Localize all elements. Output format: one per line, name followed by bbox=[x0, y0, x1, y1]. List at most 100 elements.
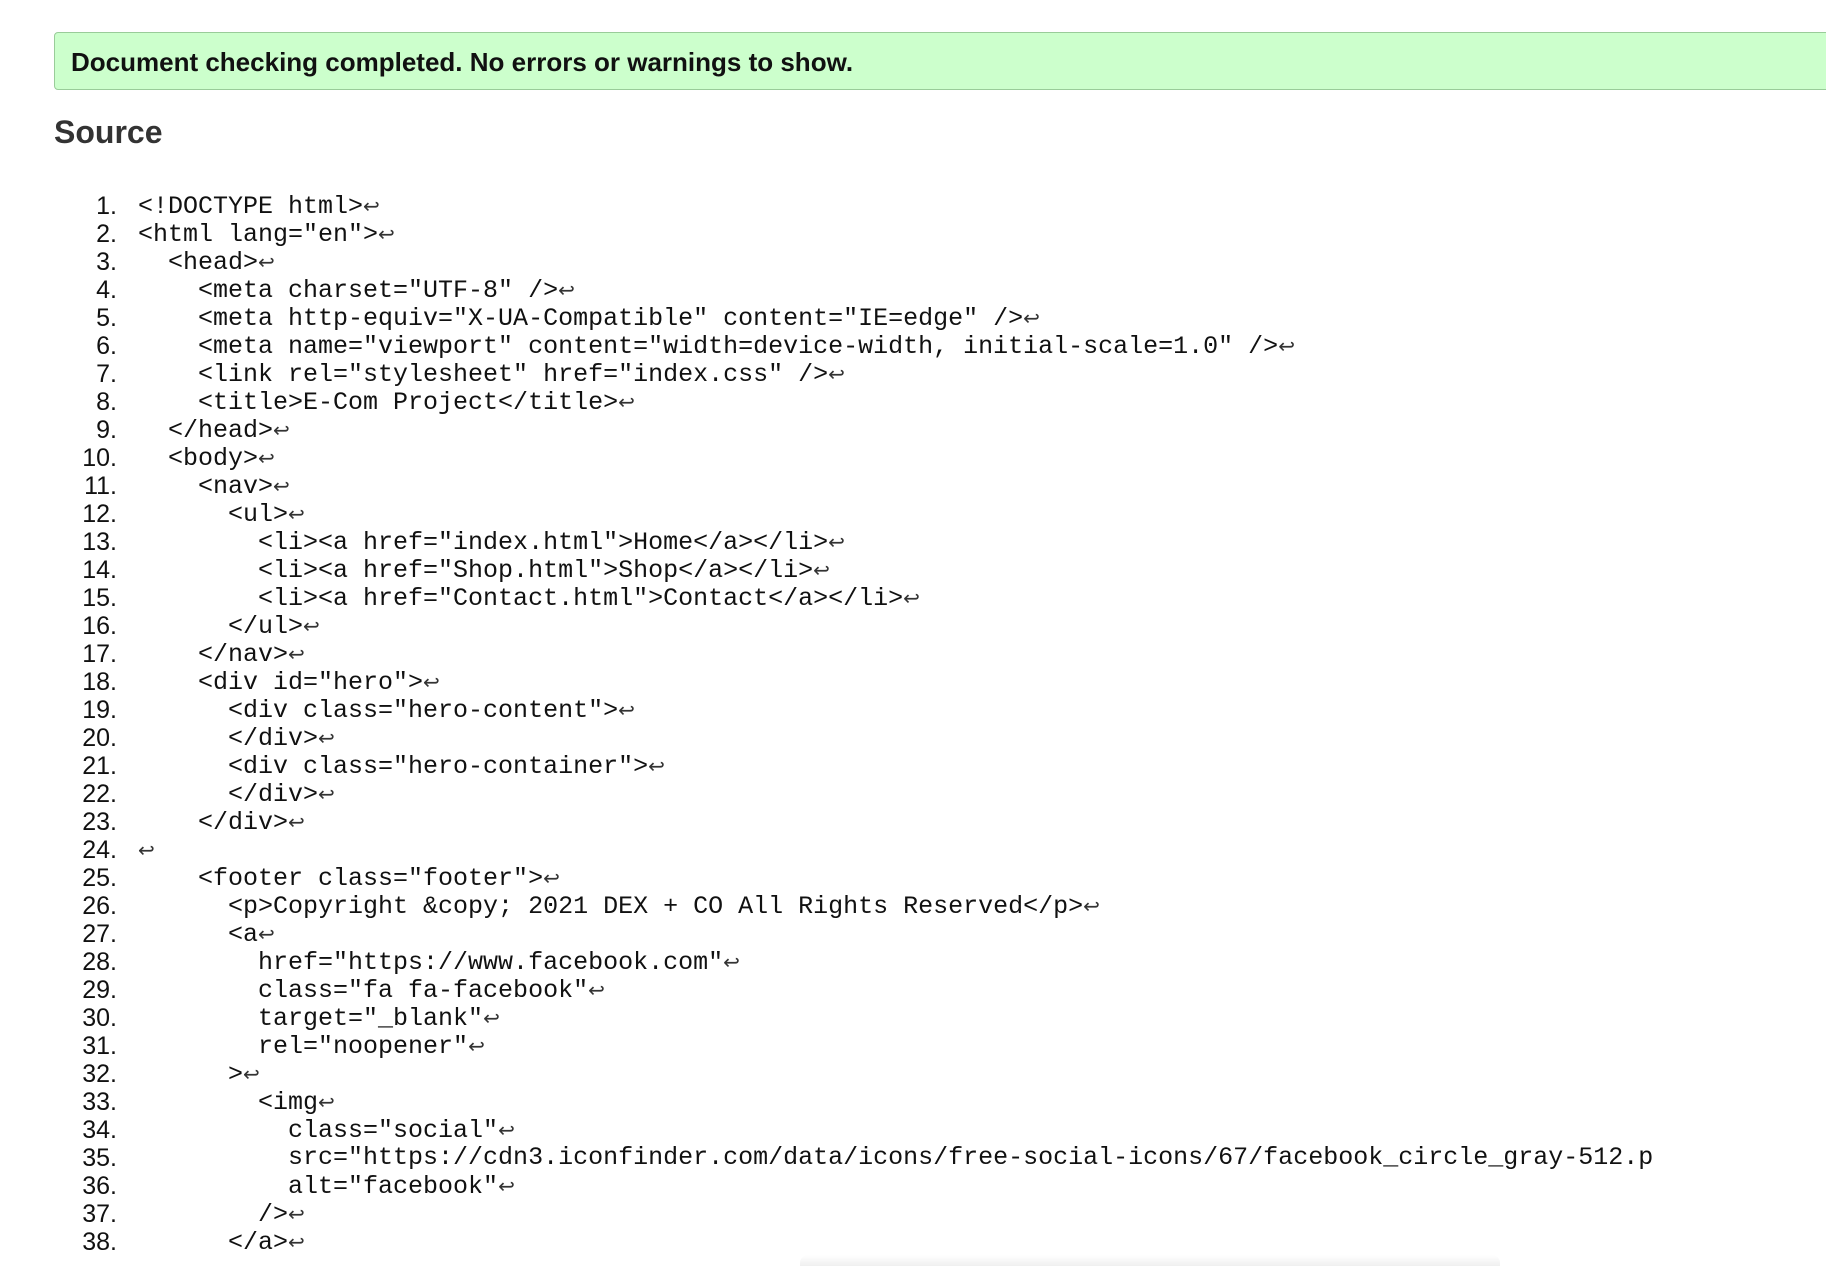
line-number: 6. bbox=[96, 332, 117, 360]
line-code-text: <footer class="footer"> bbox=[138, 864, 544, 893]
line-number: 15. bbox=[82, 584, 117, 612]
line-number: 24. bbox=[82, 836, 117, 864]
line-code-text: src="https://cdn3.iconfinder.com/data/ic… bbox=[138, 1143, 1654, 1172]
source-line: 29. class="fa fa-facebook"↩ bbox=[0, 976, 1826, 1005]
line-number: 36. bbox=[82, 1172, 117, 1200]
line-return-icon: ↩ bbox=[588, 978, 605, 1002]
source-line: 3. <head>↩ bbox=[0, 248, 1826, 277]
line-code: rel="noopener"↩ bbox=[138, 1032, 485, 1061]
source-line: 26. <p>Copyright &copy; 2021 DEX + CO Al… bbox=[0, 892, 1826, 921]
line-code: href="https://www.facebook.com"↩ bbox=[138, 948, 740, 977]
line-number: 35. bbox=[82, 1144, 117, 1172]
line-code-text: <div class="hero-content"> bbox=[138, 696, 619, 725]
line-code: <head>↩ bbox=[138, 248, 275, 277]
line-return-icon: ↩ bbox=[318, 782, 335, 806]
source-line: 28. href="https://www.facebook.com"↩ bbox=[0, 948, 1826, 977]
line-return-icon: ↩ bbox=[423, 670, 440, 694]
line-return-icon: ↩ bbox=[273, 418, 290, 442]
line-return-icon: ↩ bbox=[288, 502, 305, 526]
source-line: 32. >↩ bbox=[0, 1060, 1826, 1089]
line-number: 23. bbox=[82, 808, 117, 836]
source-line: 9. </head>↩ bbox=[0, 416, 1826, 445]
line-number: 37. bbox=[82, 1200, 117, 1228]
source-line: 8. <title>E-Com Project</title>↩ bbox=[0, 388, 1826, 417]
source-line: 31. rel="noopener"↩ bbox=[0, 1032, 1826, 1061]
line-code-text: <meta name="viewport" content="width=dev… bbox=[138, 332, 1279, 361]
line-code: class="social"↩ bbox=[138, 1116, 515, 1145]
line-code-text: </div> bbox=[138, 724, 319, 753]
source-line: 24. ↩ bbox=[0, 836, 1826, 864]
line-number: 21. bbox=[82, 752, 117, 780]
source-line: 5. <meta http-equiv="X-UA-Compatible" co… bbox=[0, 304, 1826, 333]
source-line: 15. <li><a href="Contact.html">Contact</… bbox=[0, 584, 1826, 613]
line-code: <title>E-Com Project</title>↩ bbox=[138, 388, 635, 417]
line-number: 33. bbox=[82, 1088, 117, 1116]
line-code-text: <link rel="stylesheet" href="index.css" … bbox=[138, 360, 829, 389]
source-line: 16. </ul>↩ bbox=[0, 612, 1826, 641]
line-number: 10. bbox=[82, 444, 117, 472]
line-code-text: class="social" bbox=[138, 1116, 499, 1145]
line-code: <li><a href="index.html">Home</a></li>↩ bbox=[138, 528, 845, 557]
line-return-icon: ↩ bbox=[258, 922, 275, 946]
line-code-text: <head> bbox=[138, 248, 259, 277]
line-return-icon: ↩ bbox=[483, 1006, 500, 1030]
line-number: 7. bbox=[96, 360, 117, 388]
line-return-icon: ↩ bbox=[543, 866, 560, 890]
line-return-icon: ↩ bbox=[498, 1174, 515, 1198]
line-code-text: </ul> bbox=[138, 612, 304, 641]
source-line: 11. <nav>↩ bbox=[0, 472, 1826, 501]
status-message: Document checking completed. No errors o… bbox=[71, 47, 854, 77]
source-line: 23. </div>↩ bbox=[0, 808, 1826, 837]
line-return-icon: ↩ bbox=[318, 1090, 335, 1114]
line-return-icon: ↩ bbox=[258, 250, 275, 274]
source-line: 13. <li><a href="index.html">Home</a></l… bbox=[0, 528, 1826, 557]
line-number: 18. bbox=[82, 668, 117, 696]
line-number: 17. bbox=[82, 640, 117, 668]
source-line: 12. <ul>↩ bbox=[0, 500, 1826, 529]
line-code: ↩ bbox=[138, 836, 155, 865]
source-line: 21. <div class="hero-container">↩ bbox=[0, 752, 1826, 781]
line-number: 19. bbox=[82, 696, 117, 724]
line-code-text: <title>E-Com Project</title> bbox=[138, 388, 619, 417]
source-line: 14. <li><a href="Shop.html">Shop</a></li… bbox=[0, 556, 1826, 585]
line-code-text: rel="noopener" bbox=[138, 1032, 469, 1061]
line-return-icon: ↩ bbox=[903, 586, 920, 610]
line-code: <!DOCTYPE html>↩ bbox=[138, 192, 380, 221]
source-line: 35. src="https://cdn3.iconfinder.com/dat… bbox=[0, 1143, 1826, 1173]
line-code: <li><a href="Contact.html">Contact</a></… bbox=[138, 584, 920, 613]
line-return-icon: ↩ bbox=[618, 390, 635, 414]
line-code-text: <meta http-equiv="X-UA-Compatible" conte… bbox=[138, 304, 1024, 333]
line-number: 8. bbox=[96, 388, 117, 416]
line-code-text: <ul> bbox=[138, 500, 289, 529]
line-code: />↩ bbox=[138, 1200, 305, 1229]
source-line: 6. <meta name="viewport" content="width=… bbox=[0, 332, 1826, 361]
line-code: <div id="hero">↩ bbox=[138, 668, 440, 697]
line-code: <meta http-equiv="X-UA-Compatible" conte… bbox=[138, 304, 1040, 333]
line-code: <html lang="en">↩ bbox=[138, 220, 395, 249]
line-code: <li><a href="Shop.html">Shop</a></li>↩ bbox=[138, 556, 830, 585]
line-code-text: <li><a href="Contact.html">Contact</a></… bbox=[138, 584, 904, 613]
line-return-icon: ↩ bbox=[1278, 334, 1295, 358]
source-line: 10. <body>↩ bbox=[0, 444, 1826, 473]
line-number: 30. bbox=[82, 1004, 117, 1032]
line-return-icon: ↩ bbox=[363, 194, 380, 218]
source-line: 27. <a↩ bbox=[0, 920, 1826, 949]
line-code-text: </div> bbox=[138, 780, 319, 809]
line-code: </nav>↩ bbox=[138, 640, 305, 669]
line-return-icon: ↩ bbox=[648, 754, 665, 778]
line-number: 38. bbox=[82, 1228, 117, 1256]
line-return-icon: ↩ bbox=[468, 1034, 485, 1058]
source-line: 38. </a>↩ bbox=[0, 1228, 1826, 1257]
line-code-text: href="https://www.facebook.com" bbox=[138, 948, 724, 977]
line-code-text: <img bbox=[138, 1088, 319, 1117]
line-code-text: target="_blank" bbox=[138, 1004, 484, 1033]
line-return-icon: ↩ bbox=[288, 1230, 305, 1254]
line-return-icon: ↩ bbox=[288, 810, 305, 834]
line-code: <div class="hero-content">↩ bbox=[138, 696, 635, 725]
line-code-text: </a> bbox=[138, 1228, 289, 1257]
line-code: <meta name="viewport" content="width=dev… bbox=[138, 332, 1295, 361]
line-return-icon: ↩ bbox=[1083, 894, 1100, 918]
line-number: 1. bbox=[96, 192, 117, 220]
line-number: 3. bbox=[96, 248, 117, 276]
line-code: </div>↩ bbox=[138, 808, 305, 837]
